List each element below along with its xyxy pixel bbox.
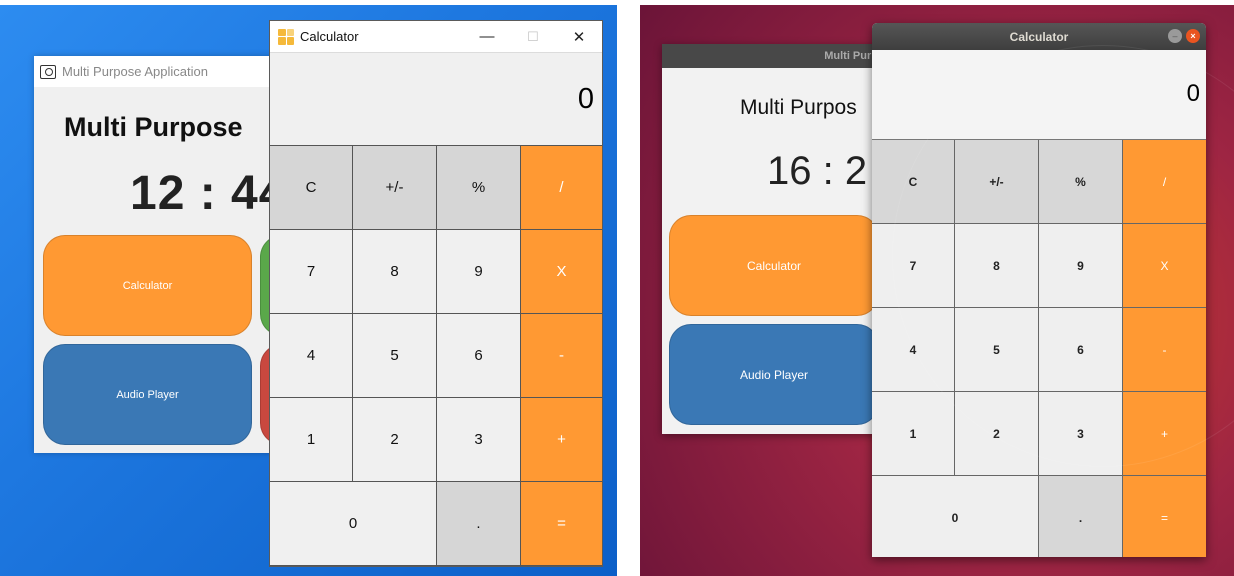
subtract-button[interactable]: - — [521, 314, 602, 398]
close-button[interactable]: × — [1186, 29, 1200, 43]
digit-5-button[interactable]: 5 — [353, 314, 437, 398]
ubuntu-main-heading: Multi Purpos — [740, 96, 857, 119]
digit-3-button[interactable]: 3 — [437, 398, 521, 482]
display-value: 0 — [577, 83, 594, 115]
audio-player-tile-button[interactable]: Audio Player — [43, 344, 252, 445]
windows-calculator-title: Calculator — [300, 29, 359, 44]
equals-button[interactable]: = — [521, 482, 602, 566]
digit-8-button[interactable]: 8 — [353, 230, 437, 314]
minimize-button[interactable]: – — [1168, 29, 1182, 43]
display-value: 0 — [1186, 80, 1200, 107]
digit-4-button[interactable]: 4 — [872, 308, 955, 392]
digit-4-button[interactable]: 4 — [270, 314, 353, 398]
ubuntu-desktop: Multi Purp Multi Purpos 16 : 2 Calculato… — [640, 5, 1234, 576]
close-button[interactable]: ✕ — [556, 21, 602, 52]
calculator-tile-button[interactable]: Calculator — [43, 235, 252, 336]
decimal-button[interactable]: . — [1039, 476, 1123, 557]
digit-8-button[interactable]: 8 — [955, 224, 1039, 308]
digit-6-button[interactable]: 6 — [1039, 308, 1123, 392]
ubuntu-calculator-title: Calculator — [1009, 29, 1069, 44]
digit-5-button[interactable]: 5 — [955, 308, 1039, 392]
windows-calculator-window: Calculator — ☐ ✕ 0 C +/- % / 7 8 9 X 4 5… — [269, 20, 603, 567]
clear-button[interactable]: C — [872, 140, 955, 224]
minimize-button[interactable]: — — [464, 21, 510, 52]
calculator-display: 0 — [872, 50, 1206, 140]
windows-main-title: Multi Purpose Application — [62, 64, 208, 79]
app-window-icon — [40, 64, 56, 79]
calculator-display: 0 — [270, 53, 602, 146]
windows-desktop: Multi Purpose Application Multi Purpose … — [0, 5, 617, 576]
ubuntu-calculator-titlebar[interactable]: Calculator – × — [872, 23, 1206, 50]
digit-0-button[interactable]: 0 — [270, 482, 437, 566]
maximize-button[interactable]: ☐ — [510, 21, 556, 52]
digit-9-button[interactable]: 9 — [1039, 224, 1123, 308]
ubuntu-calculator-window: Calculator – × 0 C +/- % / 7 8 9 X 4 5 6… — [872, 23, 1206, 557]
equals-button[interactable]: = — [1123, 476, 1206, 557]
ubuntu-main-titlebar[interactable]: Multi Purp — [662, 44, 884, 68]
add-button[interactable]: + — [521, 398, 602, 482]
ubuntu-main-clock: 16 : 2 — [767, 149, 868, 193]
audio-player-tile-button[interactable]: Audio Player — [669, 324, 879, 425]
multiply-button[interactable]: X — [521, 230, 602, 314]
digit-1-button[interactable]: 1 — [270, 398, 353, 482]
digit-2-button[interactable]: 2 — [955, 392, 1039, 476]
add-button[interactable]: + — [1123, 392, 1206, 476]
calculator-keypad: C +/- % / 7 8 9 X 4 5 6 - 1 2 3 + 0 . = — [872, 140, 1206, 557]
windows-main-heading: Multi Purpose — [64, 112, 243, 142]
divide-button[interactable]: / — [521, 146, 602, 230]
ubuntu-main-app-window: Multi Purp Multi Purpos 16 : 2 Calculato… — [662, 44, 884, 434]
digit-6-button[interactable]: 6 — [437, 314, 521, 398]
windows-main-clock: 12 : 44 — [130, 167, 287, 220]
decimal-button[interactable]: . — [437, 482, 521, 566]
sign-toggle-button[interactable]: +/- — [353, 146, 437, 230]
digit-7-button[interactable]: 7 — [872, 224, 955, 308]
sign-toggle-button[interactable]: +/- — [955, 140, 1039, 224]
digit-1-button[interactable]: 1 — [872, 392, 955, 476]
subtract-button[interactable]: - — [1123, 308, 1206, 392]
digit-2-button[interactable]: 2 — [353, 398, 437, 482]
calculator-tile-button[interactable]: Calculator — [669, 215, 879, 316]
digit-7-button[interactable]: 7 — [270, 230, 353, 314]
percent-button[interactable]: % — [1039, 140, 1123, 224]
windows-calculator-titlebar[interactable]: Calculator — ☐ ✕ — [270, 21, 602, 53]
digit-0-button[interactable]: 0 — [872, 476, 1039, 557]
digit-3-button[interactable]: 3 — [1039, 392, 1123, 476]
divide-button[interactable]: / — [1123, 140, 1206, 224]
multiply-button[interactable]: X — [1123, 224, 1206, 308]
calculator-app-icon — [278, 28, 294, 45]
percent-button[interactable]: % — [437, 146, 521, 230]
digit-9-button[interactable]: 9 — [437, 230, 521, 314]
clear-button[interactable]: C — [270, 146, 353, 230]
calculator-keypad: C +/- % / 7 8 9 X 4 5 6 - 1 2 3 + 0 . = — [270, 146, 602, 566]
